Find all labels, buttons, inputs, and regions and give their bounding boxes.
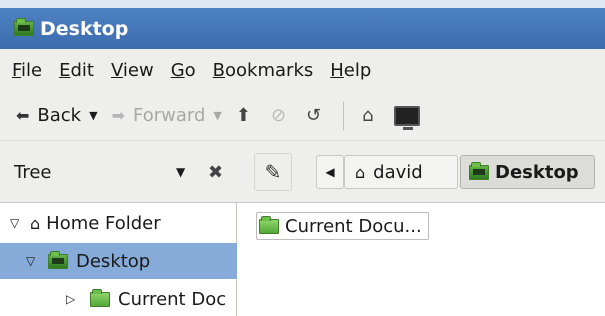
menu-view[interactable]: View <box>111 60 154 81</box>
computer-icon[interactable] <box>393 105 420 130</box>
forward-label: Forward <box>132 105 206 126</box>
folder-icon <box>90 288 110 307</box>
tree-item-label: Current Doc <box>118 288 227 310</box>
home-icon: ⌂ <box>30 213 41 233</box>
folder-icon <box>259 215 279 234</box>
menu-help[interactable]: Help <box>330 60 371 81</box>
left-arrow-icon: ⬅ <box>16 106 30 125</box>
location-bar: Tree ▼ ✖ ✎ ◀ ⌂ david Desktop <box>0 141 605 203</box>
window-title: Desktop <box>40 17 129 40</box>
pencil-icon: ✎ <box>264 160 282 184</box>
side-pane-selector[interactable]: Tree ▼ ✖ <box>14 141 234 203</box>
breadcrumb-david[interactable]: ⌂ david <box>344 155 458 189</box>
up-arrow-icon[interactable]: ⬆ <box>236 105 251 126</box>
tree-side-pane: ▽ ⌂ Home Folder ▽ Desktop ▷ Current Doc <box>0 203 237 316</box>
chevron-down-icon[interactable]: ▼ <box>176 165 185 179</box>
back-label: Back <box>37 105 82 126</box>
main-toolbar: ⬅ Back ▼ ➡ Forward ▼ ⬆ ⊘ ↺ ⌂ <box>0 91 605 141</box>
reload-icon[interactable]: ↺ <box>306 105 321 126</box>
tree-item-label: Home Folder <box>46 212 161 234</box>
toolbar-separator <box>343 101 345 130</box>
desktop-folder-icon <box>469 161 489 180</box>
menu-go[interactable]: Go <box>171 60 196 81</box>
close-icon[interactable]: ✖ <box>208 162 223 183</box>
desktop-folder-icon <box>48 250 68 269</box>
forward-history-dropdown[interactable]: ▼ <box>213 109 221 122</box>
menu-edit[interactable]: Edit <box>59 60 94 81</box>
home-icon[interactable]: ⌂ <box>362 105 373 126</box>
edit-location-button[interactable]: ✎ <box>254 153 292 191</box>
tree-item-label: Desktop <box>76 250 151 272</box>
expander-closed-icon[interactable]: ▷ <box>66 292 80 306</box>
file-item-label: Current Docu... <box>285 215 422 237</box>
back-history-dropdown[interactable]: ▼ <box>89 109 97 122</box>
top-edge <box>0 0 605 8</box>
tree-item-home-folder[interactable]: ▽ ⌂ Home Folder <box>0 205 237 241</box>
file-view[interactable]: Current Docu... <box>238 203 605 316</box>
breadcrumb-desktop[interactable]: Desktop <box>460 155 595 189</box>
desktop-folder-icon <box>14 18 34 36</box>
menu-bar: File Edit View Go Bookmarks Help <box>0 49 605 91</box>
tree-item-desktop[interactable]: ▽ Desktop <box>0 243 237 279</box>
home-icon: ⌂ <box>355 162 366 182</box>
breadcrumb-label: Desktop <box>495 161 579 183</box>
expander-open-icon[interactable]: ▽ <box>26 254 40 268</box>
breadcrumb-scroll-left-button[interactable]: ◀ <box>316 155 344 189</box>
expander-open-icon[interactable]: ▽ <box>10 216 24 230</box>
forward-button[interactable]: ➡ Forward ▼ <box>112 105 222 126</box>
menu-bookmarks[interactable]: Bookmarks <box>213 60 314 81</box>
menu-file[interactable]: File <box>12 60 42 81</box>
right-arrow-icon: ➡ <box>111 106 125 125</box>
stop-icon[interactable]: ⊘ <box>271 105 286 126</box>
title-bar[interactable]: Desktop <box>0 8 605 49</box>
side-pane-mode: Tree <box>14 161 52 183</box>
tree-item-current-doc[interactable]: ▷ Current Doc <box>0 281 237 316</box>
breadcrumb-label: david <box>373 161 423 183</box>
chevron-left-icon: ◀ <box>325 165 335 179</box>
back-button[interactable]: ⬅ Back ▼ <box>16 105 98 126</box>
file-item-current-documents[interactable]: Current Docu... <box>256 212 429 240</box>
